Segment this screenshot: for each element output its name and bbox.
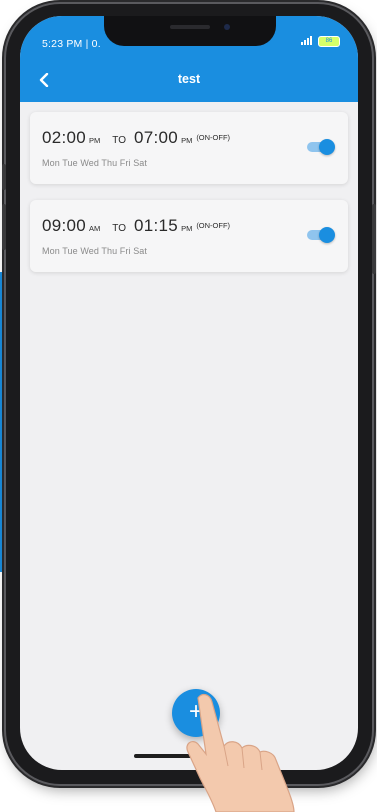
schedule-mode: (ON-OFF) (196, 221, 231, 230)
toggle-knob (319, 227, 335, 243)
start-time: 02:00 (42, 128, 87, 147)
schedule-days: Mon Tue Wed Thu Fri Sat (42, 246, 148, 256)
phone-side-button (2, 164, 6, 190)
schedule-toggle[interactable] (305, 227, 335, 243)
phone-side-button (372, 204, 376, 274)
camera-icon (224, 24, 230, 30)
schedule-toggle[interactable] (305, 139, 335, 155)
speaker-grille (170, 25, 210, 29)
time-separator: TO (112, 135, 127, 146)
page-title: test (177, 72, 201, 86)
time-separator: TO (112, 223, 127, 234)
schedule-card[interactable]: 09:00 AM TO 01:15 PM (ON-OFF) Mon Tue Wed Thu… (30, 200, 348, 272)
schedule-time-range: 09:00 AM TO 01:15 PM (ON-OFF) (42, 216, 230, 236)
phone-side-button (2, 204, 6, 250)
app-screen: 5:23 PM | 0. 86 test 02:00 PM TO 07:00 PM (ON… (20, 16, 358, 770)
phone-notch (104, 16, 276, 46)
end-period: PM (181, 224, 193, 233)
schedule-days: Mon Tue Wed Thu Fri Sat (42, 158, 148, 168)
phone-frame: 5:23 PM | 0. 86 test 02:00 PM TO 07:00 PM (ON… (2, 4, 376, 784)
status-icons: 86 (301, 36, 340, 47)
signal-icon (301, 36, 315, 47)
start-period: PM (89, 136, 101, 145)
schedule-card[interactable]: 02:00 PM TO 07:00 PM (ON-OFF) Mon Tue Wed Thu… (30, 112, 348, 184)
status-time: 5:23 PM | 0. (42, 38, 101, 50)
battery-icon: 86 (318, 36, 340, 47)
schedule-time-range: 02:00 PM TO 07:00 PM (ON-OFF) (42, 128, 230, 148)
end-period: PM (181, 136, 193, 145)
toggle-knob (319, 139, 335, 155)
schedule-mode: (ON-OFF) (196, 133, 231, 142)
start-period: AM (89, 224, 101, 233)
end-time: 01:15 (134, 216, 179, 235)
start-time: 09:00 (42, 216, 87, 235)
end-time: 07:00 (134, 128, 179, 147)
pointing-hand-icon (186, 693, 295, 812)
